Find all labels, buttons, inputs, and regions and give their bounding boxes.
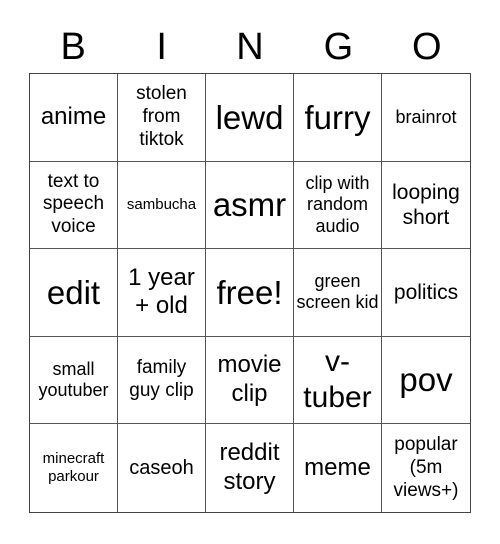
bingo-header: B I N G O xyxy=(29,22,471,72)
bingo-cell[interactable]: furry xyxy=(294,74,382,162)
bingo-cell[interactable]: free! xyxy=(206,249,294,337)
bingo-cell[interactable]: politics xyxy=(382,249,470,337)
header-letter-i: I xyxy=(156,26,167,68)
bingo-cell[interactable]: 1 year + old xyxy=(118,249,206,337)
bingo-cell[interactable]: reddit story xyxy=(206,424,294,512)
bingo-cell[interactable]: popular (5m views+) xyxy=(382,424,470,512)
bingo-cell[interactable]: sambucha xyxy=(118,161,206,250)
bingo-cell[interactable]: lewd xyxy=(206,74,294,162)
bingo-cell[interactable]: clip with random audio xyxy=(294,161,382,250)
bingo-cell[interactable]: movie clip xyxy=(206,336,294,425)
bingo-cell[interactable]: edit xyxy=(30,249,118,337)
bingo-cell[interactable]: looping short xyxy=(382,162,470,250)
bingo-cell[interactable]: meme xyxy=(294,424,382,512)
bingo-cell[interactable]: small youtuber xyxy=(30,336,118,425)
bingo-cell[interactable]: minecraft parkour xyxy=(30,424,118,512)
bingo-grid: anime stolen from tiktok lewd furry brai… xyxy=(29,73,471,513)
bingo-cell[interactable]: brainrot xyxy=(382,74,470,162)
header-letter-g: G xyxy=(323,26,354,68)
bingo-cell[interactable]: green screen kid xyxy=(294,249,382,337)
bingo-cell[interactable]: pov xyxy=(382,337,470,425)
header-letter-n: N xyxy=(236,26,264,68)
bingo-cell[interactable]: text to speech voice xyxy=(30,161,118,250)
bingo-cell[interactable]: v-tuber xyxy=(294,336,382,425)
bingo-cell[interactable]: stolen from tiktok xyxy=(118,74,206,162)
bingo-cell[interactable]: family guy clip xyxy=(118,336,206,425)
bingo-cell[interactable]: anime xyxy=(30,74,118,162)
header-letter-b: B xyxy=(60,26,86,68)
bingo-cell[interactable]: asmr xyxy=(206,161,294,250)
header-letter-o: O xyxy=(412,26,442,68)
bingo-cell[interactable]: caseoh xyxy=(118,424,206,512)
